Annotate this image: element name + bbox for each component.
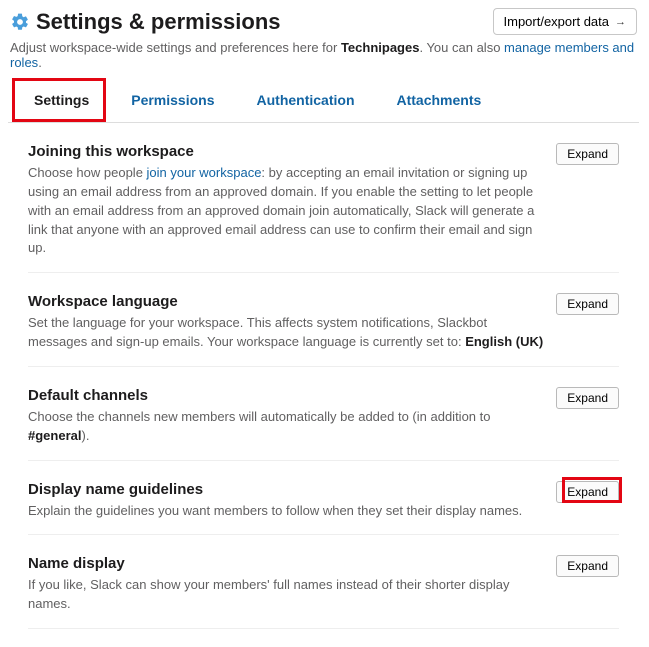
tab-permissions[interactable]: Permissions: [125, 80, 220, 122]
section-description: Set the language for your workspace. Thi…: [28, 314, 546, 352]
section-header: Default channels Choose the channels new …: [28, 387, 619, 446]
section-header: Display name guidelines Explain the guide…: [28, 481, 619, 521]
page-subheading: Adjust workspace-wide settings and prefe…: [8, 39, 639, 80]
section: Default channels Choose the channels new …: [28, 367, 619, 461]
section-description: Explain the guidelines you want members …: [28, 502, 522, 521]
section-title: Name display: [28, 555, 546, 572]
page-title: Settings & permissions: [36, 9, 281, 35]
section: Name display If you like, Slack can show …: [28, 535, 619, 629]
section-title: Default channels: [28, 387, 546, 404]
expand-button[interactable]: Expand: [556, 143, 619, 165]
section-description: If you like, Slack can show your members…: [28, 576, 546, 614]
expand-button[interactable]: Expand: [556, 555, 619, 577]
workspace-name: Technipages: [341, 40, 420, 55]
section-description: Choose the channels new members will aut…: [28, 408, 546, 446]
import-export-button[interactable]: Import/export data →: [493, 8, 638, 35]
sections: Joining this workspace Choose how people …: [8, 123, 639, 629]
section-header: Workspace language Set the language for y…: [28, 293, 619, 352]
tab-attachments[interactable]: Attachments: [391, 80, 488, 122]
sub-middle: . You can also: [419, 40, 504, 55]
expand-button[interactable]: Expand: [556, 481, 619, 503]
tab-authentication[interactable]: Authentication: [251, 80, 361, 122]
expand-button[interactable]: Expand: [556, 293, 619, 315]
import-export-label: Import/export data: [504, 14, 610, 29]
tabs: Settings Permissions Authentication Attachm…: [8, 80, 639, 123]
tabs-container: Settings Permissions Authentication Attachm…: [8, 80, 639, 123]
section-title: Joining this workspace: [28, 143, 546, 160]
section: Joining this workspace Choose how people …: [28, 123, 619, 273]
sub-prefix: Adjust workspace-wide settings and prefe…: [10, 40, 341, 55]
title-wrap: Settings & permissions: [10, 9, 281, 35]
inline-link[interactable]: join your workspace: [147, 165, 262, 180]
section-title: Workspace language: [28, 293, 546, 310]
sub-end: .: [38, 55, 42, 70]
section-title: Display name guidelines: [28, 481, 522, 498]
section: Workspace language Set the language for y…: [28, 273, 619, 367]
section-description: Choose how people join your workspace: b…: [28, 164, 546, 258]
tab-settings[interactable]: Settings: [28, 80, 95, 122]
page-header: Settings & permissions Import/export dat…: [8, 8, 639, 39]
expand-button[interactable]: Expand: [556, 387, 619, 409]
section: Display name guidelines Explain the guide…: [28, 461, 619, 536]
section-header: Joining this workspace Choose how people …: [28, 143, 619, 258]
section-header: Name display If you like, Slack can show …: [28, 555, 619, 614]
arrow-right-icon: →: [615, 16, 626, 28]
settings-page: Settings & permissions Import/export dat…: [0, 0, 649, 647]
gear-icon: [10, 12, 30, 32]
